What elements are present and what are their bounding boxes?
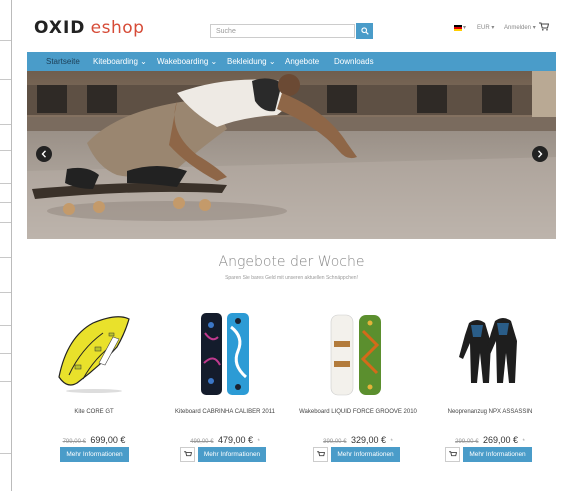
chevron-down-icon: ⌄ [140,57,147,66]
slider-prev-button[interactable] [36,146,52,162]
hero-image [27,71,556,239]
product-image-wakeboard[interactable] [293,303,423,398]
slider-next-button[interactable] [532,146,548,162]
login-menu[interactable]: Anmelden ▾ [504,24,536,31]
product-actions: Mehr Informationen [160,447,290,463]
chevron-right-icon [537,150,543,158]
product-actions: Mehr Informationen [29,447,159,463]
hero-slider[interactable] [27,71,556,239]
add-to-cart-button[interactable] [313,447,328,462]
logo[interactable]: OXID eshop [34,18,144,38]
chevron-left-icon [41,150,47,158]
shop-page: OXID eshop Suche ▾ EUR ▾ Anmelden ▾ Star… [27,0,556,491]
product-name[interactable]: Neoprenanzug NPX ASSASSIN [425,408,555,417]
add-to-cart-button[interactable] [180,447,195,462]
nav-item-downloads[interactable]: Downloads [334,57,374,66]
nav-item-bekleidung[interactable]: Bekleidung ⌄ [227,57,276,66]
more-info-button[interactable]: Mehr Informationen [463,447,532,462]
nav-item-kiteboarding[interactable]: Kiteboarding ⌄ [93,57,147,66]
offers-heading: Angebote der Woche [218,254,365,270]
product-actions: Mehr Informationen [293,447,423,463]
product-price: 799,00 € 699,00 € [62,435,126,445]
product-name[interactable]: Kite CORE GT [29,408,159,417]
chevron-down-icon: ⌄ [268,57,276,66]
product-price: 299,00 € 269,00 € * [455,435,525,445]
more-info-button[interactable]: Mehr Informationen [331,447,400,462]
header: OXID eshop Suche ▾ EUR ▾ Anmelden ▾ [27,0,556,52]
cart-icon [184,451,192,457]
offers-subtitle: Sparen Sie bares Geld mit unseren aktuel… [225,275,358,281]
main-navigation: Startseite Kiteboarding ⌄ Wakeboarding ⌄… [27,52,556,71]
nav-item-angebote[interactable]: Angebote [285,57,319,66]
cart-icon[interactable] [539,22,549,31]
more-info-button[interactable]: Mehr Informationen [198,447,266,462]
cart-icon [449,451,457,457]
product-price: 499,00 € 479,00 € * [190,435,260,445]
search-button[interactable] [356,23,373,39]
cart-icon [317,451,325,457]
product-name[interactable]: Wakeboard LIQUID FORCE GROOVE 2010 [293,408,423,417]
product-actions: Mehr Informationen [425,447,555,463]
product-image-kite[interactable] [29,303,159,398]
chevron-down-icon: ⌄ [210,57,218,66]
search-icon [361,27,369,35]
left-pane [0,0,12,491]
nav-item-wakeboarding[interactable]: Wakeboarding ⌄ [157,57,217,66]
product-price: 399,00 € 329,00 € * [323,435,393,445]
language-chevron-icon[interactable]: ▾ [463,24,466,31]
search-input[interactable]: Suche [210,24,355,38]
currency-selector[interactable]: EUR ▾ [477,24,494,31]
german-flag-icon[interactable] [454,25,462,31]
product-name[interactable]: Kiteboard CABRINHA CALIBER 2011 [160,408,290,417]
add-to-cart-button[interactable] [445,447,460,462]
more-info-button[interactable]: Mehr Informationen [60,447,129,462]
product-image-wetsuit[interactable] [425,303,555,398]
nav-item-startseite[interactable]: Startseite [46,57,80,66]
product-image-kiteboard[interactable] [160,303,290,398]
